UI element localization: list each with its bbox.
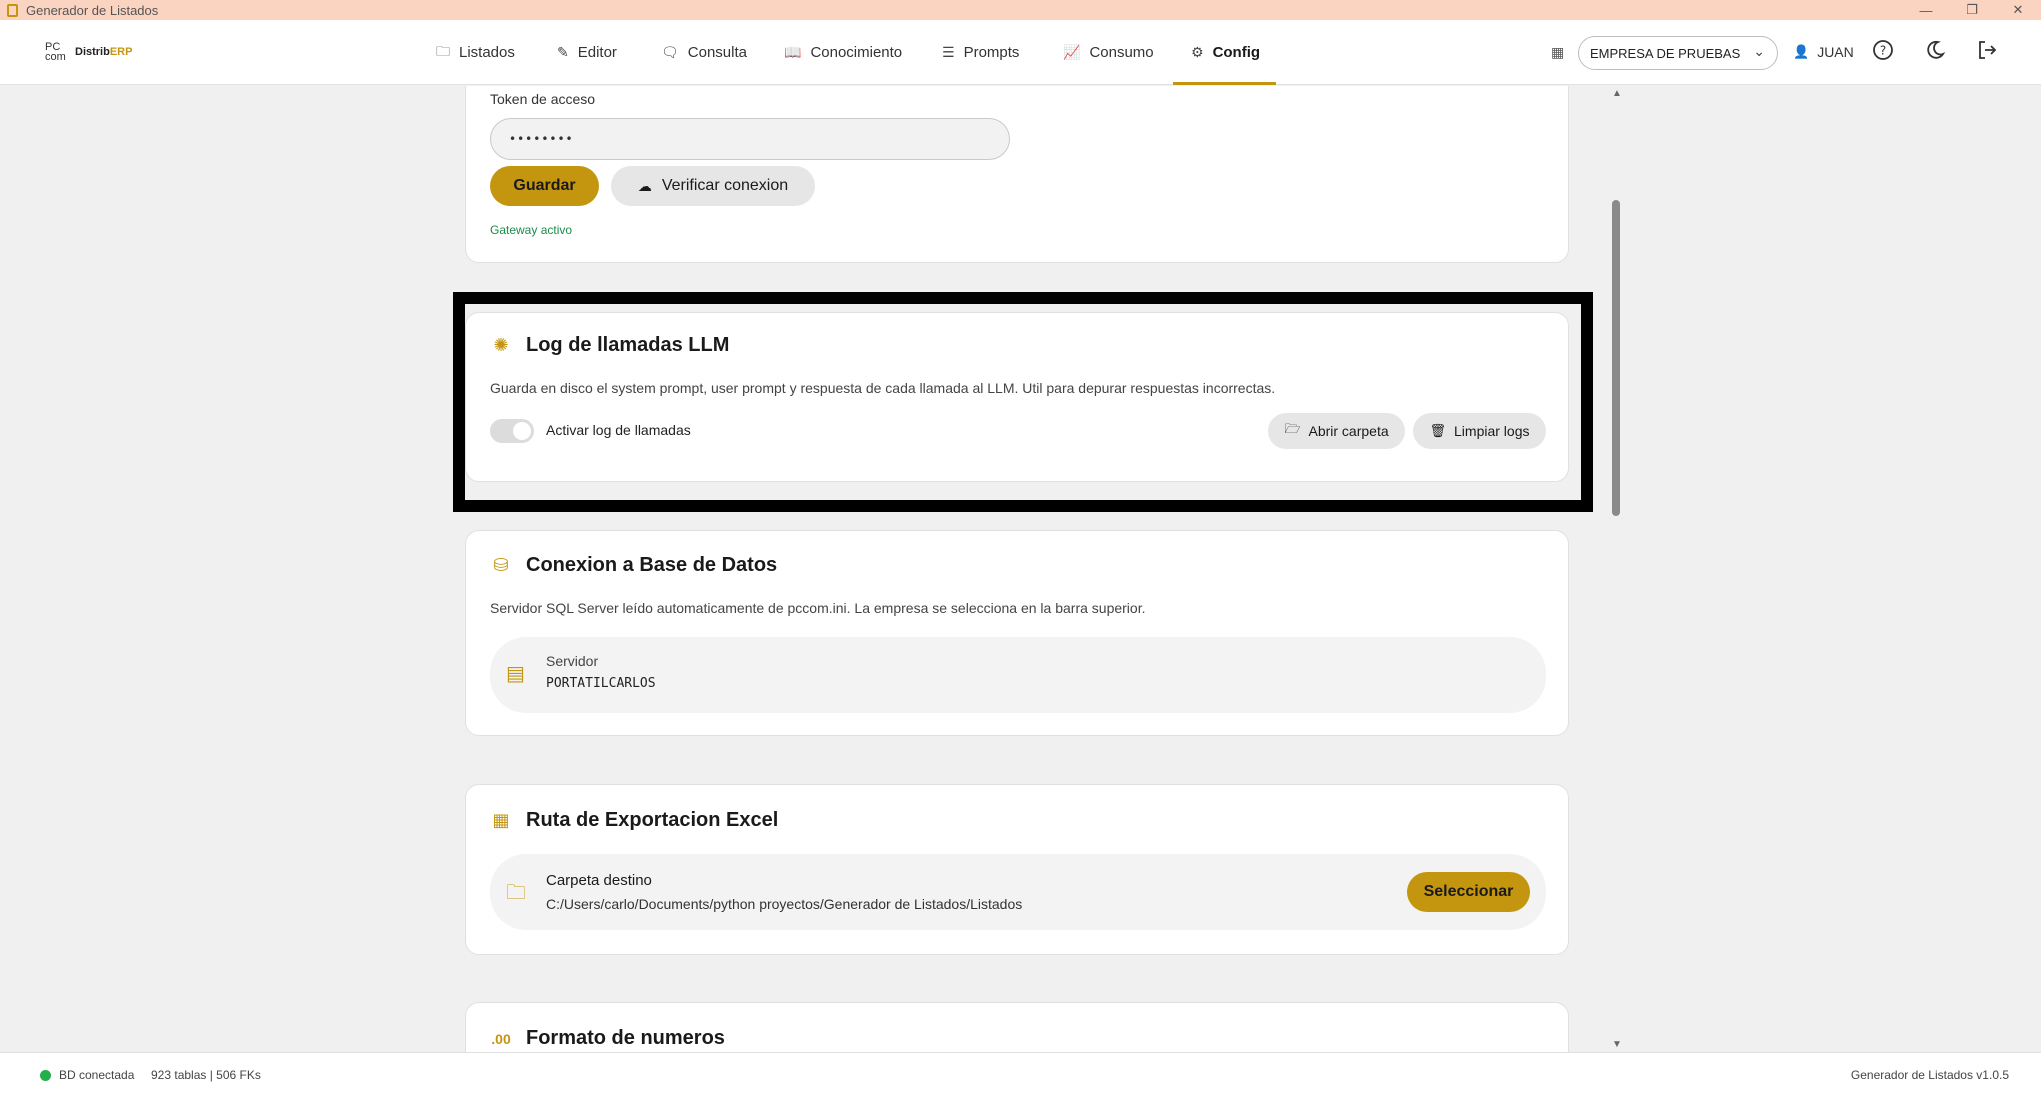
folder-icon: 🗀	[506, 882, 526, 904]
company-select[interactable]: EMPRESA DE PRUEBAS ⌄	[1578, 36, 1778, 70]
server-value: PORTATILCARLOS	[546, 676, 656, 691]
config-content: Token de acceso Guardar ☁ Verificar cone…	[0, 86, 2041, 1052]
scroll-down-icon[interactable]: ▼	[1612, 1039, 1622, 1050]
tab-config[interactable]: ⚙ Config	[1172, 20, 1277, 85]
tab-label: Listados	[459, 44, 515, 61]
save-button[interactable]: Guardar	[490, 166, 599, 206]
tab-listados[interactable]: 🗀 Listados	[436, 20, 515, 85]
logout-icon[interactable]	[1975, 38, 1999, 62]
scrollbar-thumb[interactable]	[1612, 200, 1620, 516]
content-scrollbar[interactable]: ▲ ▼	[1609, 86, 1623, 1052]
gateway-card: Token de acceso Guardar ☁ Verificar cone…	[465, 86, 1569, 263]
number-format-card: .00 Formato de numeros	[465, 1002, 1569, 1052]
user-name: JUAN	[1817, 44, 1854, 60]
tables-info: 923 tablas | 506 FKs	[151, 1068, 261, 1082]
user-icon: 👤	[1793, 44, 1810, 59]
select-folder-button[interactable]: Seleccionar	[1407, 872, 1530, 912]
tab-label: Consulta	[687, 44, 747, 61]
tab-label: Consumo	[1089, 44, 1154, 61]
app-icon	[7, 3, 18, 17]
window-titlebar: Generador de Listados — ❐ ✕	[0, 0, 2041, 20]
excel-export-card: ▦ Ruta de Exportacion Excel 🗀 Carpeta de…	[465, 784, 1569, 955]
database-card: ⛁ Conexion a Base de Datos Servidor SQL …	[465, 530, 1569, 736]
cloud-icon: ☁	[637, 177, 652, 194]
export-folder-panel: 🗀 Carpeta destino C:/Users/carlo/Documen…	[490, 854, 1546, 930]
gear-icon: ⚙	[1191, 44, 1204, 60]
verify-connection-button[interactable]: ☁ Verificar conexion	[611, 166, 815, 206]
edit-icon: ✎	[557, 44, 569, 60]
server-icon: ▤	[506, 663, 525, 685]
tab-label: Config	[1212, 44, 1261, 61]
excel-title: ▦ Ruta de Exportacion Excel	[490, 809, 778, 832]
token-label: Token de acceso	[490, 91, 596, 107]
tab-conocimiento[interactable]: 📖 Conocimiento	[784, 20, 902, 85]
database-icon: ⛁	[493, 555, 509, 575]
dark-mode-icon[interactable]	[1923, 38, 1947, 62]
sliders-icon: ☰	[942, 44, 955, 60]
token-input[interactable]	[490, 118, 1010, 160]
window-controls: — ❐ ✕	[1903, 0, 2041, 20]
tab-editor[interactable]: ✎ Editor	[557, 20, 617, 85]
db-status: BD conectada	[59, 1068, 135, 1082]
verify-connection-label: Verificar conexion	[661, 177, 789, 194]
number-format-title: .00 Formato de numeros	[490, 1027, 725, 1050]
database-description: Servidor SQL Server leído automaticament…	[490, 600, 1146, 616]
database-title-text: Conexion a Base de Datos	[526, 554, 778, 576]
close-button[interactable]: ✕	[1995, 0, 2041, 20]
database-title: ⛁ Conexion a Base de Datos	[490, 554, 777, 577]
chat-icon: 🗨	[661, 44, 679, 60]
minimize-button[interactable]: —	[1903, 0, 1949, 20]
svg-text:?: ?	[1880, 44, 1886, 58]
tab-prompts[interactable]: ☰ Prompts	[942, 20, 1019, 85]
restore-button[interactable]: ❐	[1949, 0, 1995, 20]
server-panel: ▤ Servidor PORTATILCARLOS	[490, 637, 1546, 713]
gateway-status: Gateway activo	[490, 223, 573, 237]
book-icon: 📖	[784, 44, 802, 60]
chart-icon: 📈	[1063, 44, 1081, 60]
app-version: Generador de Listados v1.0.5	[1850, 1068, 2009, 1082]
tab-label: Prompts	[963, 44, 1020, 61]
company-select-value: EMPRESA DE PRUEBAS	[1590, 45, 1741, 61]
chevron-down-icon: ⌄	[1753, 43, 1765, 59]
db-status-dot	[40, 1070, 51, 1081]
tab-label: Conocimiento	[810, 44, 903, 61]
number-format-title-text: Formato de numeros	[526, 1027, 725, 1049]
tab-consulta[interactable]: 🗨 Consulta	[661, 20, 747, 85]
decimal-icon: .00	[491, 1030, 511, 1047]
window-title: Generador de Listados	[26, 2, 159, 18]
folder-label: Carpeta destino	[546, 872, 652, 889]
status-bar: BD conectada 923 tablas | 506 FKs Genera…	[0, 1052, 2041, 1096]
server-label: Servidor	[546, 653, 599, 669]
scroll-up-icon[interactable]: ▲	[1612, 88, 1622, 99]
user-menu[interactable]: 👤 JUAN	[1793, 44, 1854, 60]
building-icon: ▦	[1551, 44, 1565, 60]
tab-consumo[interactable]: 📈 Consumo	[1063, 20, 1154, 85]
help-icon[interactable]: ?	[1871, 38, 1895, 62]
folder-path: C:/Users/carlo/Documents/python proyecto…	[546, 896, 1023, 912]
excel-title-text: Ruta de Exportacion Excel	[526, 809, 779, 831]
table-icon: ▦	[492, 810, 510, 830]
tab-label: Editor	[577, 44, 617, 61]
folder-icon: 🗀	[436, 42, 450, 59]
highlight-frame	[453, 292, 1593, 512]
